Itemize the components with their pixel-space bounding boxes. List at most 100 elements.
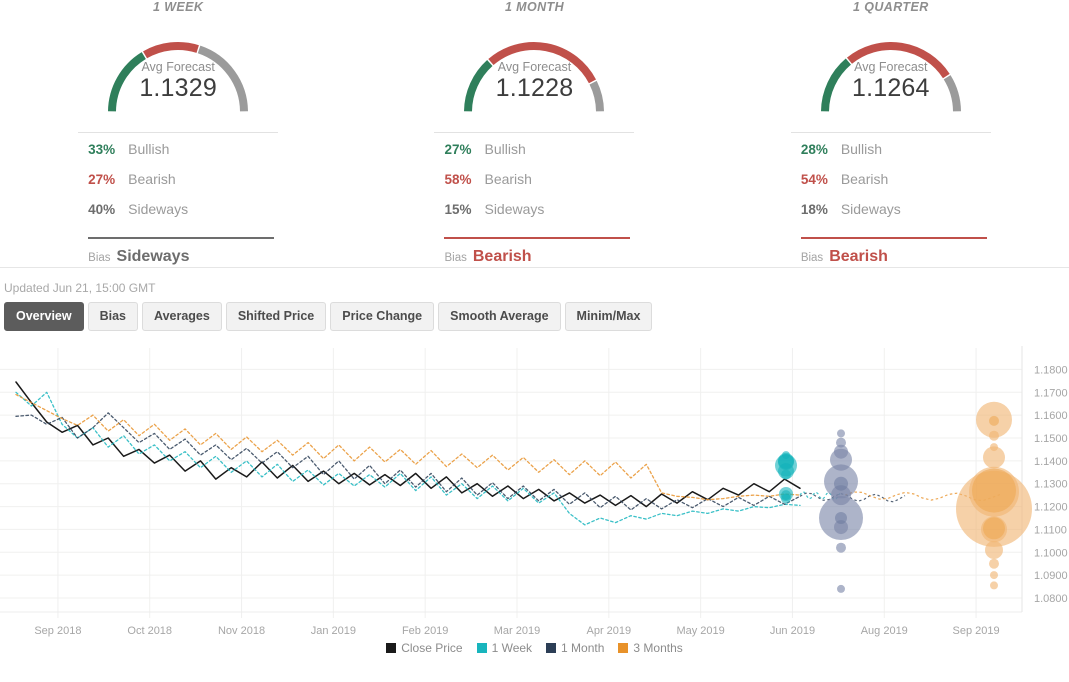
gauge-segment-bearish: [488, 42, 597, 84]
x-axis-tick-label: Oct 2018: [127, 625, 172, 637]
forecast-bubble[interactable]: [837, 584, 845, 593]
tab-shifted-price[interactable]: Shifted Price: [225, 302, 327, 331]
gauge-arcs: [820, 42, 961, 112]
card-title: 1 QUARTER: [853, 0, 929, 14]
legend-swatch-icon: [546, 643, 557, 653]
legend-label: 1 Month: [561, 641, 605, 655]
forecast-bubble[interactable]: [837, 429, 845, 438]
chart-legend: Close Price 1 Week 1 Month 3 Months: [0, 640, 1069, 656]
bias-row: Bias Bearish: [434, 239, 634, 266]
gauge-segment-bullish: [108, 52, 147, 112]
sideways-label: Sideways: [840, 201, 901, 217]
forecast-chart: 1.1800 1.1700 1.1600 1.1500 1.1400 1.1300 1.12…: [0, 346, 1069, 656]
forecast-bubble[interactable]: [985, 541, 1003, 559]
y-axis-tick-label: 1.0900: [1034, 570, 1068, 582]
x-axis-tick-label: Aug 2019: [861, 625, 908, 637]
sideways-percent: 15%: [444, 202, 472, 217]
x-axis-tick-label: Mar 2019: [494, 625, 540, 637]
gauge-arcs: [464, 42, 605, 112]
tab-smooth-average[interactable]: Smooth Average: [438, 302, 561, 331]
forecast-bubble-core[interactable]: [835, 512, 847, 524]
legend-swatch-icon: [476, 643, 487, 653]
bias-label: Bias: [444, 252, 467, 264]
chart-svg: 1.1800 1.1700 1.1600 1.1500 1.1400 1.1300 1.12…: [0, 346, 1068, 637]
stat-row-bearish: 58% Bearish: [434, 171, 634, 201]
tab-averages[interactable]: Averages: [142, 302, 222, 331]
forecast-cards: 1 WEEK Avg Forecast 1.1329 33% Bullish 2…: [0, 0, 1069, 268]
forecast-bubble[interactable]: [989, 558, 999, 569]
forecast-bubble-core[interactable]: [983, 517, 1005, 540]
bullish-percent: 33%: [88, 142, 116, 157]
forecast-bubble-core[interactable]: [781, 490, 791, 501]
bearish-label: Bearish: [128, 171, 176, 187]
tab-bias[interactable]: Bias: [87, 302, 138, 331]
gauge-1-month: Avg Forecast 1.1228: [445, 20, 623, 116]
gauge-segment-bullish: [464, 60, 494, 112]
x-axis-tick-label: May 2019: [676, 625, 724, 637]
forecast-bubble-core[interactable]: [972, 468, 1016, 513]
card-title: 1 MONTH: [504, 0, 565, 14]
bias-label: Bias: [800, 252, 824, 264]
stat-row-bearish: 27% Bearish: [78, 171, 278, 201]
bearish-label: Bearish: [840, 171, 889, 187]
bias-row: Bias Sideways: [78, 239, 278, 266]
x-axis-tick-label: Sep 2019: [953, 625, 1000, 637]
x-axis-tick-label: Feb 2019: [402, 625, 448, 637]
forecast-bubble[interactable]: [990, 571, 998, 580]
bullish-label: Bullish: [484, 141, 526, 157]
bias-value: Bearish: [829, 248, 888, 265]
chart-tabs: Overview Bias Averages Shifted Price Price C…: [0, 302, 1069, 338]
legend-item-1-month[interactable]: 1 Month: [546, 641, 604, 655]
forecast-bubble[interactable]: [781, 469, 791, 480]
bias-label: Bias: [88, 252, 111, 264]
gauge-segment-bearish: [846, 42, 950, 79]
tab-minim-max[interactable]: Minim/Max: [564, 302, 653, 331]
bubble-cluster-1-month: [819, 429, 863, 593]
y-axis-tick-label: 1.1000: [1034, 547, 1068, 559]
y-axis-tick-label: 1.1700: [1034, 387, 1068, 399]
legend-item-3-months[interactable]: 3 Months: [618, 641, 683, 655]
forecast-bubble-core[interactable]: [989, 415, 999, 426]
sideways-label: Sideways: [484, 201, 545, 217]
gauge-arcs: [108, 42, 249, 112]
gauge-1-quarter: Avg Forecast 1.1264: [802, 20, 980, 116]
y-axis-tick-label: 1.1800: [1034, 364, 1068, 376]
forecast-bubble-core[interactable]: [834, 476, 848, 491]
y-axis-tick-label: 1.1500: [1034, 433, 1068, 445]
forecast-page: 1 WEEK Avg Forecast 1.1329 33% Bullish 2…: [0, 0, 1069, 682]
forecast-bubble-core[interactable]: [778, 454, 794, 470]
legend-item-close-price[interactable]: Close Price: [386, 641, 463, 655]
bias-value: Bearish: [472, 248, 532, 265]
x-axis-tick-label: Jun 2019: [770, 625, 815, 637]
bearish-label: Bearish: [484, 171, 532, 187]
y-axis-tick-label: 1.1600: [1034, 410, 1068, 422]
legend-item-1-week[interactable]: 1 Week: [476, 641, 532, 655]
tab-price-change[interactable]: Price Change: [330, 302, 435, 331]
gauge-arc-svg: [464, 42, 605, 112]
x-axis-tick-label: Nov 2018: [218, 625, 265, 637]
card-title: 1 WEEK: [153, 0, 204, 14]
forecast-bubble[interactable]: [989, 430, 999, 441]
forecast-card-1-month: 1 MONTH Avg Forecast 1.1228 27% Bullish …: [356, 0, 712, 267]
forecast-bubble[interactable]: [836, 542, 846, 553]
gauge-segment-sideways: [589, 80, 605, 112]
y-axis-tick-label: 1.1100: [1034, 524, 1067, 536]
stat-row-sideways: 15% Sideways: [434, 201, 634, 231]
forecast-bubble[interactable]: [990, 581, 998, 590]
stat-row-sideways: 18% Sideways: [791, 201, 991, 231]
forecast-bubble[interactable]: [983, 446, 1005, 469]
bearish-percent: 27%: [88, 172, 116, 187]
tab-overview[interactable]: Overview: [4, 302, 84, 331]
gauge-arc-svg: [108, 42, 249, 112]
updated-timestamp: Updated Jun 21, 15:00 GMT: [4, 281, 156, 295]
gauge-1-week: Avg Forecast 1.1329: [89, 20, 267, 116]
bias-value: Sideways: [116, 248, 190, 265]
legend-swatch-icon: [618, 643, 629, 653]
series-line-1-week: [15, 391, 801, 526]
bullish-percent: 27%: [444, 142, 472, 157]
stat-row-bearish: 54% Bearish: [791, 171, 991, 201]
bullish-label: Bullish: [840, 141, 883, 157]
bearish-percent: 54%: [800, 172, 828, 187]
sideways-percent: 18%: [800, 202, 828, 217]
x-axis-tick-label: Jan 2019: [311, 625, 356, 637]
